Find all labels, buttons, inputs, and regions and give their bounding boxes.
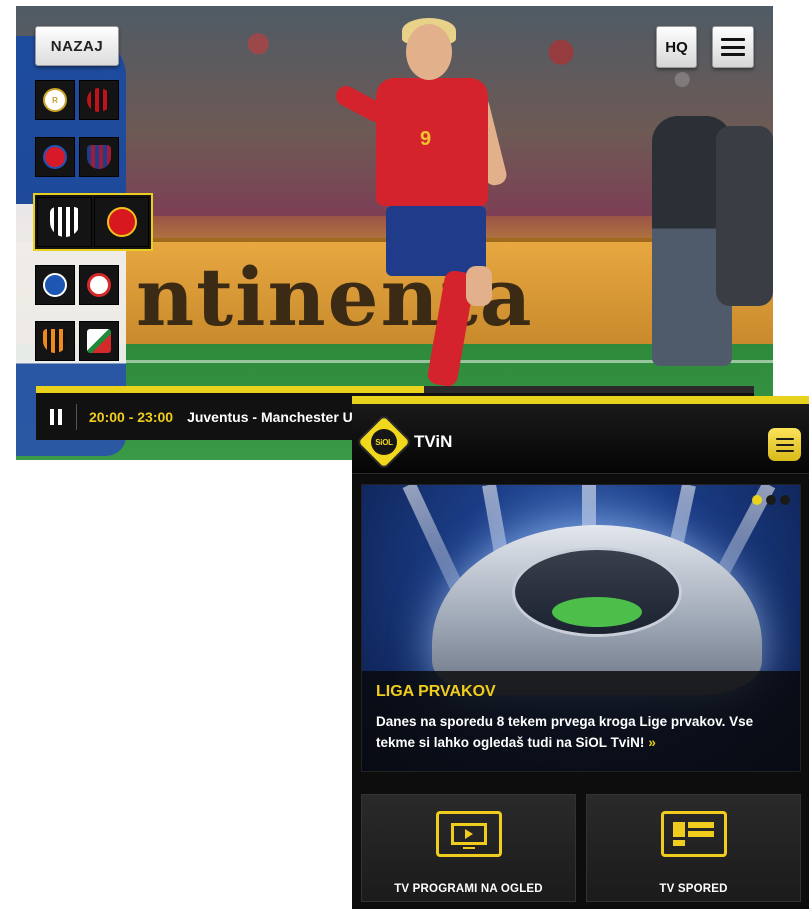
team-logo-home: R bbox=[35, 80, 75, 120]
promo-description: Danes na sporedu 8 tekem prvega kroga Li… bbox=[376, 714, 754, 750]
mobile-app-screen: SiOL TViN LIGA PRVAKOV Danes na sporedu … bbox=[352, 396, 809, 909]
striker-figure: 9 bbox=[316, 16, 546, 396]
app-title: TViN bbox=[414, 432, 453, 451]
siol-logo-text: SiOL bbox=[371, 429, 397, 455]
tile-tv-guide[interactable]: TV SPORED bbox=[586, 794, 801, 902]
tv-stand bbox=[462, 847, 475, 849]
stadium-pitch bbox=[552, 597, 642, 627]
legia-crest-icon bbox=[87, 329, 111, 353]
playback-progress-fill bbox=[36, 386, 424, 393]
team-logo-home bbox=[35, 265, 75, 305]
team-logo-home bbox=[37, 197, 92, 247]
more-arrows-icon[interactable]: » bbox=[648, 735, 656, 750]
program-time-range: 20:00 - 23:00 bbox=[89, 408, 174, 425]
match-selector-item[interactable] bbox=[35, 321, 119, 363]
shirt-number: 9 bbox=[420, 128, 432, 150]
promo-banner[interactable]: LIGA PRVAKOV Danes na sporedu 8 tekem pr… bbox=[361, 484, 801, 772]
accent-stripe bbox=[352, 396, 809, 404]
tile-tv-programs[interactable]: TV PROGRAMI NA OGLED bbox=[361, 794, 576, 902]
divider bbox=[76, 403, 77, 430]
team-logo-home bbox=[35, 137, 75, 177]
tv-screen-shape bbox=[450, 823, 487, 845]
back-button[interactable]: NAZAJ bbox=[35, 26, 119, 66]
siol-logo[interactable]: SiOL bbox=[355, 413, 413, 471]
match-selector-item-active[interactable] bbox=[33, 193, 153, 251]
tv-play-icon bbox=[435, 811, 502, 857]
striker-shirt bbox=[376, 78, 488, 206]
promo-caption: LIGA PRVAKOV Danes na sporedu 8 tekem pr… bbox=[362, 671, 800, 771]
app-menu-button[interactable] bbox=[768, 428, 801, 461]
tv-guide-list-icon bbox=[660, 811, 727, 857]
olympiacos-crest-icon bbox=[87, 273, 111, 297]
ac-milan-crest-icon bbox=[87, 88, 111, 112]
carousel-dots[interactable] bbox=[752, 495, 790, 505]
menu-button[interactable] bbox=[712, 26, 754, 68]
team-logo-away bbox=[79, 265, 119, 305]
promo-text: Danes na sporedu 8 tekem prvega kroga Li… bbox=[376, 711, 786, 753]
camera-equipment bbox=[716, 126, 773, 306]
app-header: SiOL TViN bbox=[352, 404, 809, 474]
valencia-crest-icon bbox=[43, 329, 67, 353]
hamburger-menu-icon bbox=[721, 38, 745, 56]
striker-leg bbox=[466, 266, 492, 306]
bayern-crest-icon bbox=[43, 145, 67, 169]
striker-head bbox=[406, 24, 452, 80]
playback-progress-bar[interactable] bbox=[36, 386, 754, 393]
team-logo-away bbox=[94, 197, 149, 247]
video-player[interactable]: ntinenta 9 NAZAJ HQ R 20:00 - 23:00 Juve… bbox=[16, 6, 773, 460]
carousel-dot-active[interactable] bbox=[752, 495, 762, 505]
striker-shorts bbox=[386, 206, 486, 276]
match-selector-item[interactable]: R bbox=[35, 80, 119, 122]
pause-icon[interactable] bbox=[36, 393, 76, 440]
play-triangle bbox=[464, 829, 473, 839]
team-logo-away bbox=[79, 80, 119, 120]
tile-label: TV PROGRAMI NA OGLED bbox=[394, 883, 543, 895]
team-logo-home bbox=[35, 321, 75, 361]
team-logo-away bbox=[79, 321, 119, 361]
main-menu-tiles: TV PROGRAMI NA OGLED TV SPORED bbox=[361, 794, 801, 902]
real-madrid-crest-icon: R bbox=[43, 88, 67, 112]
carousel-dot[interactable] bbox=[780, 495, 790, 505]
juventus-crest-icon bbox=[49, 207, 80, 237]
hamburger-menu-icon bbox=[775, 437, 794, 452]
promo-title: LIGA PRVAKOV bbox=[376, 683, 496, 700]
tile-label: TV SPORED bbox=[659, 883, 728, 895]
manchester-united-crest-icon bbox=[106, 207, 137, 237]
match-selector-item[interactable] bbox=[35, 265, 119, 307]
barcelona-crest-icon bbox=[87, 145, 111, 169]
team-logo-away bbox=[79, 137, 119, 177]
carousel-dot[interactable] bbox=[766, 495, 776, 505]
hq-button[interactable]: HQ bbox=[656, 26, 697, 68]
list-lines bbox=[673, 822, 714, 846]
match-selector-item[interactable] bbox=[35, 137, 119, 179]
copenhagen-crest-icon bbox=[43, 273, 67, 297]
